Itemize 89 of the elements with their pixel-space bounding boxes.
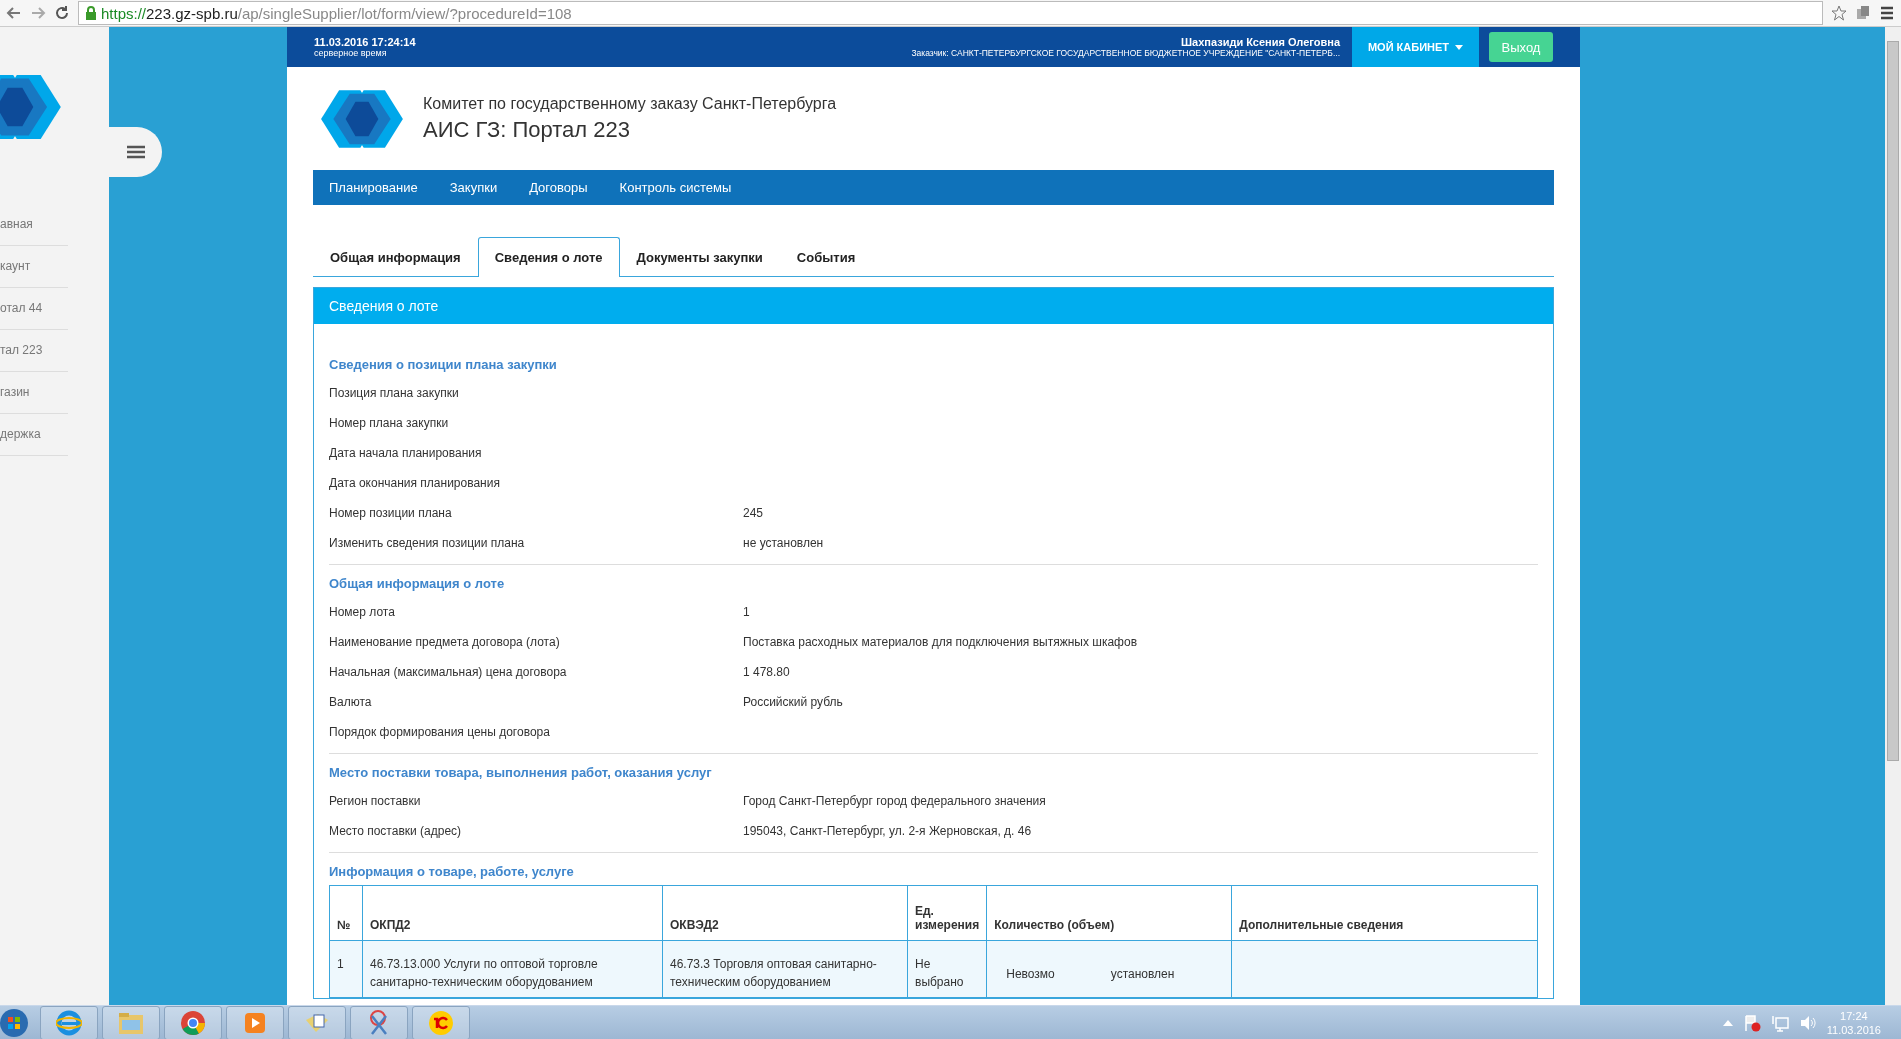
field-label: Место поставки (адрес) <box>329 824 463 838</box>
tab[interactable]: Документы закупки <box>619 237 780 277</box>
field-label: Номер лота <box>329 605 396 619</box>
sidebar-item[interactable]: отал 44 <box>0 288 68 330</box>
column-header: ОКПД2 <box>362 885 663 941</box>
nav-link[interactable]: Договоры <box>513 180 604 195</box>
clock-date: 11.03.2016 <box>1826 1022 1881 1037</box>
server-time-label: серверное время <box>314 48 388 58</box>
field-value: Российский рубль <box>743 695 843 709</box>
extension-icon[interactable] <box>1855 5 1871 21</box>
table-cell: Не выбрано <box>907 940 987 998</box>
field-value: 195043, Санкт-Петербург, ул. 2-я Жерновская, д. 46 <box>743 824 1032 838</box>
taskbar-app[interactable] <box>226 1005 284 1039</box>
field-label: Номер позиции плана <box>329 506 453 520</box>
taskbar-app[interactable] <box>288 1005 346 1039</box>
field-label: Регион поставки <box>329 794 422 808</box>
menu-toggle[interactable] <box>109 127 162 177</box>
play-icon <box>243 1010 267 1035</box>
clock-time: 17:24 <box>1839 1008 1869 1023</box>
menu-icon <box>126 145 145 159</box>
portal-title: АИС ГЗ: Портал 223 <box>423 116 631 143</box>
chrome-icon <box>180 1009 206 1036</box>
field-value: Город Санкт-Петербург город федерального значения <box>743 794 1046 808</box>
table-cell: 46.73.3 Торговля оптовая санитарно-техническим оборудованием <box>662 940 908 998</box>
network-icon[interactable] <box>1770 1013 1789 1032</box>
flag-error-icon[interactable] <box>1742 1013 1761 1032</box>
taskbar-app[interactable] <box>102 1005 160 1039</box>
column-header: Дополнительные сведения <box>1231 885 1538 941</box>
field-value: Поставка расходных материалов для подключения вытяжных шкафов <box>743 635 1137 649</box>
star-icon[interactable] <box>1831 5 1847 21</box>
scroll-thumb[interactable] <box>1887 41 1899 761</box>
field-label: Валюта <box>329 695 373 709</box>
field-label: Порядок формирования цены договора <box>329 725 551 739</box>
sidebar-item[interactable]: каунт <box>0 246 68 288</box>
lock-icon <box>85 6 97 20</box>
field-value: не установлен <box>743 536 824 550</box>
section-title: Сведения о позиции плана закупки <box>329 356 558 374</box>
table-cell: 46.73.13.000 Услуги по оптовой торговле санитарно-техническим оборудованием <box>362 940 663 998</box>
sidebar-item[interactable]: держка <box>0 414 68 456</box>
folder-icon <box>118 1010 144 1035</box>
sidebar-item[interactable]: авная <box>0 204 68 246</box>
sidebar-item[interactable]: тал 223 <box>0 330 68 372</box>
taskbar-app[interactable] <box>350 1005 408 1039</box>
field-label: Дата окончания планирования <box>329 476 501 490</box>
browser-e-icon <box>56 1009 82 1036</box>
nav-link[interactable]: Закупки <box>433 180 514 195</box>
cabinet-button[interactable]: МОЙ КАБИНЕТ <box>1352 27 1479 67</box>
column-header: Ед. измерения <box>907 885 987 941</box>
tab[interactable]: Общая информация <box>313 237 478 277</box>
panel-title: Сведения о лоте <box>314 288 1553 324</box>
column-header: Количество (объем) <box>986 885 1232 941</box>
column-header: ОКВЭД2 <box>662 885 908 941</box>
sidebar-item[interactable]: газин <box>0 372 68 414</box>
quantity-text: Невозмо <box>1006 966 1055 983</box>
field-value: 1 478.80 <box>743 665 790 679</box>
table-cell: 1 <box>329 940 363 998</box>
section-title: Информация о товаре, работе, услуге <box>329 863 575 881</box>
back-icon[interactable] <box>6 5 22 21</box>
quantity-text: установлен <box>1110 966 1175 983</box>
field-label: Позиция плана закупки <box>329 386 460 400</box>
section-title: Общая информация о лоте <box>329 575 506 593</box>
taskbar-app[interactable] <box>412 1005 470 1039</box>
customer-name: Заказчик: САНКТ-ПЕТЕРБУРГСКОЕ ГОСУДАРСТВЕННОЕ БЮДЖЕТНОЕ УЧРЕЖДЕНИЕ "САНКТ-ПЕТЕРБ... <box>911 48 1340 58</box>
nav-link[interactable]: Контроль системы <box>603 180 748 195</box>
column-header: № <box>329 885 363 941</box>
section-title: Место поставки товара, выполнения работ, оказания услуг <box>329 764 713 782</box>
field-label: Номер плана закупки <box>329 416 450 430</box>
field-label: Изменить сведения позиции плана <box>329 536 526 550</box>
server-datetime: 11.03.2016 17:24:14 <box>314 36 416 48</box>
field-label: Дата начала планирования <box>329 446 483 460</box>
taskbar-app[interactable] <box>164 1005 222 1039</box>
app-1c-icon <box>428 1009 454 1036</box>
forward-icon[interactable] <box>30 5 46 21</box>
organization-name: Комитет по государственному заказу Санкт-Петербурга <box>423 94 837 113</box>
tray-expand-icon[interactable] <box>1722 1019 1733 1026</box>
scrollbar[interactable] <box>1885 27 1901 1005</box>
address-field[interactable]: https://223.gz-spb.ru/ap/singleSupplier/lot/form/view/?procedureId=108 <box>78 1 1823 25</box>
field-label: Наименование предмета договора (лота) <box>329 635 561 649</box>
field-value: 1 <box>743 605 750 619</box>
tab[interactable]: События <box>779 237 873 277</box>
caret-icon <box>1455 44 1464 50</box>
tab[interactable]: Сведения о лоте <box>477 237 620 277</box>
nav-link[interactable]: Планирование <box>329 180 434 195</box>
taskbar-app[interactable] <box>40 1005 98 1039</box>
field-value: 245 <box>743 506 764 520</box>
user-name: Шахпазиди Ксения Олеговна <box>1180 36 1340 48</box>
reload-icon[interactable] <box>54 5 70 21</box>
field-label: Начальная (максимальная) цена договора <box>329 665 568 679</box>
menu-icon[interactable] <box>1879 5 1895 21</box>
